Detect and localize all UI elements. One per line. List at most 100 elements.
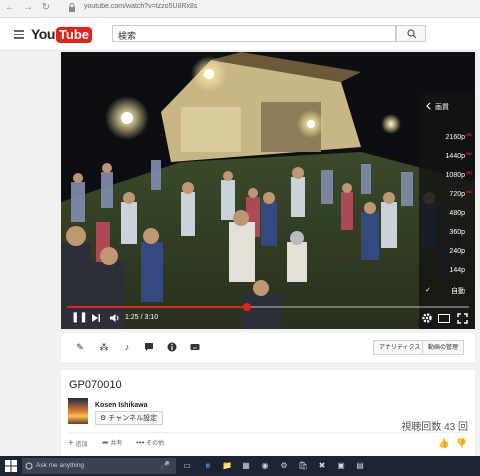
checkmark-icon: ✓ xyxy=(425,287,431,294)
quality-option-1440p[interactable]: 1440p HD xyxy=(445,151,472,160)
scrubber-handle[interactable] xyxy=(242,303,251,311)
add-label: 追加 xyxy=(75,442,88,448)
site-header: You Tube 検索 xyxy=(0,18,480,51)
share-label: 共有 xyxy=(110,441,123,447)
info-icon[interactable] xyxy=(167,342,177,352)
app-icon-x[interactable]: ✖ xyxy=(317,460,327,471)
video-player[interactable]: 画質 2160p HD 1440p HD 1080p HD 720p HD 480p 3… xyxy=(61,52,475,329)
settings-icon[interactable]: ⚙ xyxy=(279,460,289,471)
windows-start-icon[interactable] xyxy=(5,460,17,472)
back-chevron-icon[interactable] xyxy=(425,102,433,110)
next-icon[interactable] xyxy=(91,313,101,323)
microphone-icon[interactable]: 🎤 xyxy=(160,460,170,471)
pause-icon[interactable]: ❚❚ xyxy=(71,312,88,324)
search-input-value: 検索 xyxy=(118,31,137,41)
app-icon-tile[interactable]: ▤ xyxy=(355,460,365,471)
hd-badge: HD xyxy=(466,151,472,156)
svg-text:cc: cc xyxy=(193,345,197,350)
hd-badge: HD xyxy=(466,170,472,175)
quality-option-1080p[interactable]: 1080p HD xyxy=(445,170,472,179)
more-dots-icon: ••• xyxy=(136,438,145,447)
share-button[interactable]: ➦ 共有 xyxy=(102,438,122,447)
quality-option-720p[interactable]: 720p HD xyxy=(449,189,472,198)
annotations-icon[interactable] xyxy=(144,342,154,352)
volume-icon[interactable] xyxy=(109,313,121,323)
task-view-icon[interactable]: ▭ xyxy=(182,460,192,471)
channel-name[interactable]: Kosen Ishikawa xyxy=(95,402,148,409)
cortana-circle-icon xyxy=(25,462,33,470)
logo-tube-text: Tube xyxy=(55,27,92,43)
chrome-icon[interactable]: ◉ xyxy=(260,460,270,471)
hamburger-menu-icon[interactable] xyxy=(14,28,24,39)
more-button[interactable]: ••• その他 xyxy=(136,438,164,447)
hd-badge: HD xyxy=(466,132,472,137)
quality-option-240p[interactable]: 240p xyxy=(449,248,465,255)
gear-icon: ⚙ xyxy=(100,415,107,422)
quality-option-label: 1080p xyxy=(445,172,465,179)
cortana-search-box[interactable]: Ask me anything xyxy=(22,458,176,474)
store-icon[interactable]: 🛍 xyxy=(298,460,308,471)
video-title: GP070010 xyxy=(69,379,122,391)
quality-option-label: 360p xyxy=(449,229,465,236)
quality-settings-menu: 画質 2160p HD 1440p HD 1080p HD 720p HD 480p 3… xyxy=(419,94,475,329)
thumbs-up-icon[interactable]: 👍 xyxy=(438,438,449,448)
search-button[interactable] xyxy=(396,25,426,42)
hd-badge: HD xyxy=(466,189,472,194)
channel-avatar[interactable] xyxy=(68,398,88,424)
search-input[interactable]: 検索 xyxy=(112,25,396,42)
quality-option-label: 480p xyxy=(449,210,465,217)
windows-taskbar: Ask me anything 🎤 ▭ e 📁 ▦ ◉ ⚙ 🛍 ✖ ▣ ▤ xyxy=(0,456,480,476)
manage-video-button[interactable]: 動画の管理 xyxy=(422,340,465,355)
view-count: 視聴回数 43 回 xyxy=(401,422,468,433)
logo-you-text: You xyxy=(31,26,55,42)
like-dislike-group: 👍 👎 xyxy=(438,438,467,449)
theater-mode-icon[interactable] xyxy=(438,314,450,323)
settings-gear-icon[interactable] xyxy=(421,312,433,324)
quality-option-2160p[interactable]: 2160p HD xyxy=(445,132,472,141)
plus-icon: + xyxy=(68,438,74,449)
quality-option-480p[interactable]: 480p xyxy=(449,210,465,217)
quality-option-label: 1440p xyxy=(445,153,465,160)
calculator-icon[interactable]: ▦ xyxy=(241,460,251,471)
time-display: 1:25 / 3:10 xyxy=(125,314,159,321)
music-note-icon[interactable]: ♪ xyxy=(122,342,132,352)
app-icon-photos[interactable]: ▣ xyxy=(336,460,346,471)
forward-icon[interactable]: → xyxy=(22,2,34,14)
add-to-button[interactable]: + 追加 xyxy=(68,438,88,449)
channel-settings-label: チャンネル設定 xyxy=(108,415,158,422)
edge-browser-icon[interactable]: e xyxy=(203,460,213,471)
lock-icon xyxy=(66,3,78,13)
quality-menu-title: 画質 xyxy=(435,104,449,111)
refresh-icon[interactable]: ↻ xyxy=(40,2,52,14)
subtitles-cc-icon[interactable]: cc xyxy=(190,342,200,352)
thumbs-down-icon[interactable]: 👎 xyxy=(456,438,467,448)
edit-pencil-icon[interactable]: ✎ xyxy=(75,342,85,352)
cortana-placeholder: Ask me anything xyxy=(36,462,85,469)
share-arrow-icon: ➦ xyxy=(102,438,109,447)
quality-option-label: 2160p xyxy=(445,134,465,141)
quality-option-label: 144p xyxy=(449,267,465,274)
quality-option-label: 240p xyxy=(449,248,465,255)
video-frame xyxy=(61,52,475,329)
file-explorer-icon[interactable]: 📁 xyxy=(222,460,232,471)
divider xyxy=(68,432,468,433)
progress-bar-fill xyxy=(67,306,247,308)
creator-toolbar: ✎ ⁂ ♪ cc アナリティクス 動画の管理 xyxy=(61,333,475,364)
quality-option-label: 自動 xyxy=(451,288,465,295)
analytics-button[interactable]: アナリティクス xyxy=(373,340,427,355)
quality-option-144p[interactable]: 144p xyxy=(449,267,465,274)
quality-option-auto[interactable]: 自動 xyxy=(451,286,465,296)
search-icon xyxy=(407,29,417,39)
channel-settings-button[interactable]: ⚙ チャンネル設定 xyxy=(95,411,164,425)
youtube-logo[interactable]: You Tube xyxy=(31,26,92,43)
video-info-panel: GP070010 Kosen Ishikawa ⚙ チャンネル設定 視聴回数 43… xyxy=(61,370,475,456)
enhance-wand-icon[interactable]: ⁂ xyxy=(99,342,109,352)
quality-option-label: 720p xyxy=(449,191,465,198)
more-label: その他 xyxy=(146,441,165,447)
back-icon[interactable]: ← xyxy=(4,2,16,14)
progress-bar[interactable] xyxy=(67,303,469,311)
browser-toolbar: ← → ↻ youtube.com/watch?v=tzzo5U8Rx8s xyxy=(0,0,480,18)
fullscreen-icon[interactable] xyxy=(457,313,468,324)
address-bar[interactable]: youtube.com/watch?v=tzzo5U8Rx8s xyxy=(84,3,197,10)
quality-option-360p[interactable]: 360p xyxy=(449,229,465,236)
